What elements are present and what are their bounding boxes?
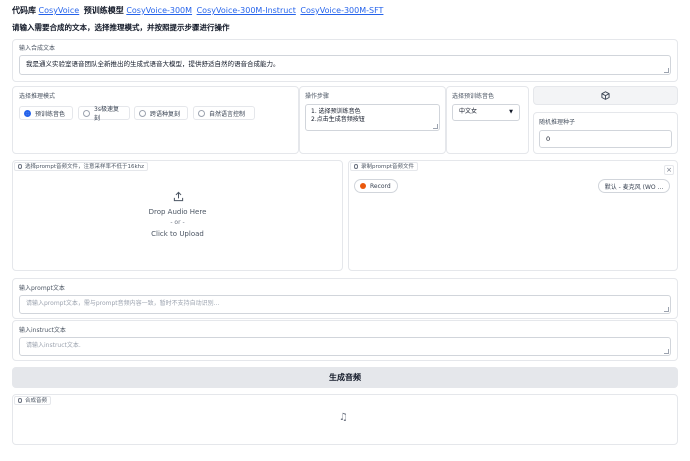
microphone-icon xyxy=(18,398,22,403)
music-note-icon: ♫ xyxy=(339,412,348,423)
record-button-label: Record xyxy=(370,182,391,190)
model-link-sft[interactable]: CosyVoice-300M-SFT xyxy=(300,6,383,15)
prompt-audio-record-panel xyxy=(348,160,678,271)
tts-text-input[interactable]: 我是通义实验室语音团队全新推出的生成式语音大模型，提供舒适自然的语音合成能力。 xyxy=(19,55,671,75)
mode-option-label: 3s极速复刻 xyxy=(94,106,119,122)
page-header: 代码库 CosyVoice 预训练模型 CosyVoice-300M CosyV… xyxy=(12,5,385,16)
mode-option-pretrained[interactable]: 预训练音色 xyxy=(19,106,73,120)
steps-label: 操作步骤 xyxy=(305,93,330,100)
drop-audio-text: Drop Audio Here xyxy=(148,208,207,216)
instruct-text-placeholder: 请输入instruct文本. xyxy=(26,342,81,349)
seed-label: 随机推理种子 xyxy=(539,119,576,126)
radio-unchecked-icon xyxy=(83,109,90,117)
radio-unchecked-icon xyxy=(139,109,146,117)
resize-handle-icon[interactable] xyxy=(433,124,438,129)
header-models-label: 预训练模型 xyxy=(83,6,124,15)
mode-option-cross-lingual[interactable]: 跨语种复刻 xyxy=(134,106,188,120)
speaker-label: 选择预训练音色 xyxy=(452,93,495,100)
output-tag: 合成音频 xyxy=(14,396,52,405)
page-subtitle: 请输入需要合成的文本，选择推理模式，并按照提示步骤进行操作 xyxy=(12,23,230,32)
output-tag-label: 合成音频 xyxy=(25,397,48,404)
prompt-text-placeholder: 请输入prompt文本，需与prompt音频内容一致，暂时不支持自动识别... xyxy=(26,300,220,307)
model-link-300m[interactable]: CosyVoice-300M xyxy=(126,6,192,15)
steps-textarea: 1. 选择预训练音色 2.点击生成音频按钮 xyxy=(305,104,440,131)
speaker-value: 中文女 xyxy=(459,108,478,116)
upload-tag-label: 选择prompt音频文件，注意采样率不低于16khz xyxy=(25,163,145,170)
caret-down-icon: ▼ xyxy=(509,109,513,116)
resize-handle-icon[interactable] xyxy=(664,307,669,312)
mode-option-label: 跨语种复刻 xyxy=(150,110,181,118)
random-seed-button[interactable] xyxy=(533,86,678,105)
dice-icon xyxy=(601,91,610,100)
steps-line: 1. 选择预训练音色 xyxy=(311,108,361,115)
microphone-device-select[interactable]: 默认 - 麦克风 (WO ... xyxy=(598,179,670,193)
close-icon[interactable]: × xyxy=(664,165,674,175)
repo-link[interactable]: CosyVoice xyxy=(39,6,80,15)
resize-handle-icon[interactable] xyxy=(664,68,669,73)
record-dot-icon xyxy=(360,183,366,189)
mode-panel xyxy=(12,86,299,154)
mode-label: 选择推理模式 xyxy=(19,93,56,100)
microphone-icon xyxy=(354,164,358,169)
click-to-upload-text: Click to Upload xyxy=(151,230,204,238)
record-tag-label: 录制prompt音频文件 xyxy=(361,163,415,170)
microphone-icon xyxy=(18,164,22,169)
mode-option-instruct[interactable]: 自然语言控制 xyxy=(193,106,255,120)
radio-unchecked-icon xyxy=(198,109,205,117)
record-tag: 录制prompt音频文件 xyxy=(350,162,419,171)
header-prefix: 代码库 xyxy=(12,6,36,15)
or-text: - or - xyxy=(170,219,185,226)
upload-tag: 选择prompt音频文件，注意采样率不低于16khz xyxy=(14,162,149,171)
mode-option-label: 自然语言控制 xyxy=(209,110,246,118)
seed-input[interactable]: 0 xyxy=(539,130,672,148)
mode-option-label: 预训练音色 xyxy=(35,110,66,118)
tts-text-value: 我是通义实验室语音团队全新推出的生成式语音大模型，提供舒适自然的语音合成能力。 xyxy=(26,60,280,68)
radio-checked-icon xyxy=(24,109,31,117)
device-value: 默认 - 麦克风 (WO ... xyxy=(604,183,664,191)
resize-handle-icon[interactable] xyxy=(664,349,669,354)
instruct-text-input[interactable]: 请输入instruct文本. xyxy=(19,337,671,356)
prompt-text-label: 输入prompt文本 xyxy=(19,285,65,292)
steps-line: 2.点击生成音频按钮 xyxy=(311,116,365,124)
model-link-instruct[interactable]: CosyVoice-300M-Instruct xyxy=(197,6,296,15)
speaker-select[interactable]: 中文女 ▼ xyxy=(452,104,520,121)
record-button[interactable]: Record xyxy=(354,179,398,193)
prompt-text-input[interactable]: 请输入prompt文本，需与prompt音频内容一致，暂时不支持自动识别... xyxy=(19,295,671,314)
mode-option-3s-clone[interactable]: 3s极速复刻 xyxy=(78,106,130,122)
instruct-text-label: 输入instruct文本 xyxy=(19,327,66,334)
prompt-audio-upload-panel[interactable]: Drop Audio Here - or - Click to Upload xyxy=(12,160,343,271)
upload-icon xyxy=(173,191,184,202)
seed-value: 0 xyxy=(546,134,551,143)
generate-audio-button[interactable]: 生成音频 xyxy=(12,367,678,388)
tts-text-label: 输入合成文本 xyxy=(19,45,56,52)
